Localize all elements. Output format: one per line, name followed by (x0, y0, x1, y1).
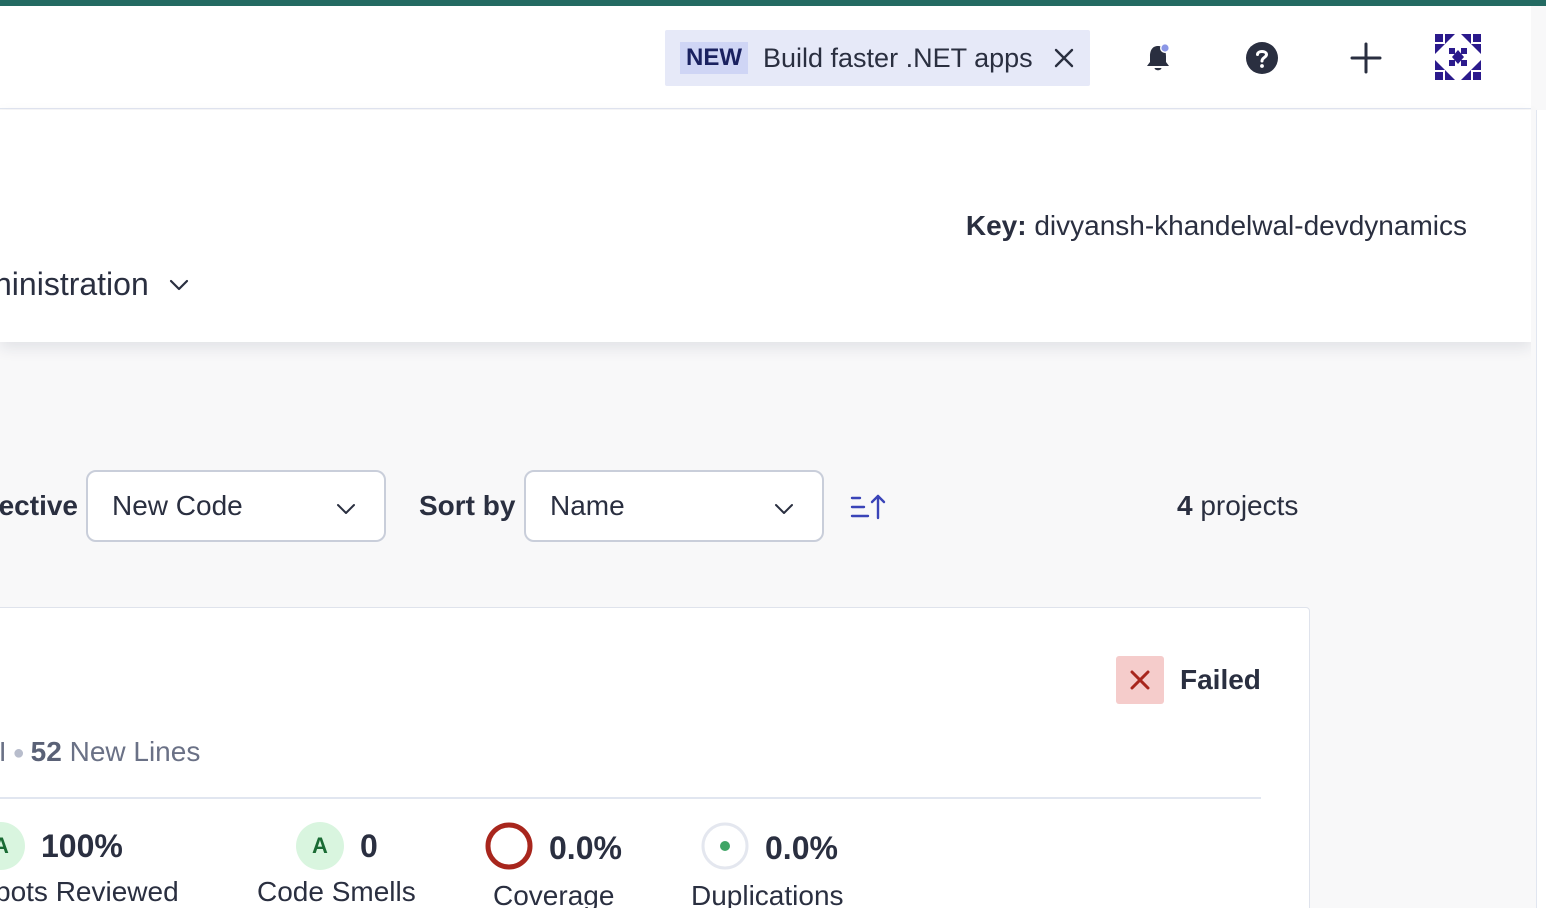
promo-badge: NEW (680, 42, 748, 74)
nav-administration[interactable]: ninistration (0, 266, 189, 303)
project-meta: /I●52 New Lines (0, 736, 200, 768)
top-navbar: NEW Build faster .NET apps (0, 6, 1531, 109)
nav-administration-label: ninistration (0, 266, 149, 302)
metric-label: Duplications (691, 880, 844, 908)
key-value: divyansh-khandelwal-devdynamics (1034, 210, 1467, 241)
bell-icon[interactable] (1136, 36, 1180, 80)
promo-text[interactable]: Build faster .NET apps (763, 43, 1033, 74)
metric-label: Coverage (493, 880, 615, 908)
avatar[interactable] (1433, 32, 1483, 82)
new-lines-label: New Lines (69, 736, 201, 767)
metric-coverage[interactable]: 0.0% (485, 822, 622, 875)
project-count-text: projects (1200, 490, 1299, 521)
filter-toolbar: ective New Code Sort by Name 4 projects (0, 470, 1320, 542)
perspective-select[interactable]: New Code (86, 470, 386, 542)
perspective-label: ective (0, 490, 78, 521)
sort-select-value: Name (550, 490, 625, 521)
page-scrollbar[interactable] (1531, 110, 1546, 908)
metric-value: 0.0% (765, 830, 838, 866)
failed-x-icon (1116, 656, 1164, 704)
metric-security-hotspots[interactable]: A 100% (0, 822, 123, 870)
metric-value: 0.0% (549, 830, 622, 866)
project-count: 4 projects (1177, 490, 1298, 522)
chevron-down-icon (336, 490, 356, 522)
metric-label: pots Reviewed (0, 876, 179, 907)
sort-select[interactable]: Name (524, 470, 824, 542)
close-icon[interactable] (1051, 45, 1077, 71)
chevron-down-icon (169, 279, 189, 291)
status-label: Failed (1180, 664, 1261, 695)
metric-label: Code Smells (257, 876, 416, 907)
new-lines-count: 52 (30, 736, 62, 767)
metric-duplications[interactable]: 0.0% (701, 822, 838, 875)
sort-ascending-icon[interactable] (850, 492, 886, 522)
rating-badge: A (296, 822, 344, 870)
key-label: Key: (965, 210, 1027, 241)
metric-value: 0 (360, 827, 378, 864)
duplications-dot-icon (701, 822, 749, 875)
promo-banner[interactable]: NEW Build faster .NET apps (665, 30, 1090, 86)
project-header: Key: divyansh-khandelwal-devdynamics nin… (0, 110, 1531, 342)
project-card[interactable]: Failed /I●52 New Lines A 100% pots Revie… (0, 607, 1310, 908)
quality-gate-status: Failed (1116, 656, 1261, 704)
help-icon[interactable] (1240, 36, 1284, 80)
perspective-select-value: New Code (112, 490, 243, 521)
card-divider (0, 797, 1261, 799)
sort-by-label: Sort by (419, 490, 516, 521)
rating-badge: A (0, 822, 25, 870)
coverage-ring-icon (485, 822, 533, 875)
project-count-number: 4 (1177, 490, 1193, 521)
chevron-down-icon (774, 490, 794, 522)
metric-code-smells[interactable]: A 0 (296, 822, 378, 870)
metric-value: 100% (41, 827, 123, 864)
project-key: Key: divyansh-khandelwal-devdynamics (966, 210, 1467, 242)
plus-icon[interactable] (1344, 36, 1388, 80)
meta-prefix: /I (0, 736, 7, 767)
